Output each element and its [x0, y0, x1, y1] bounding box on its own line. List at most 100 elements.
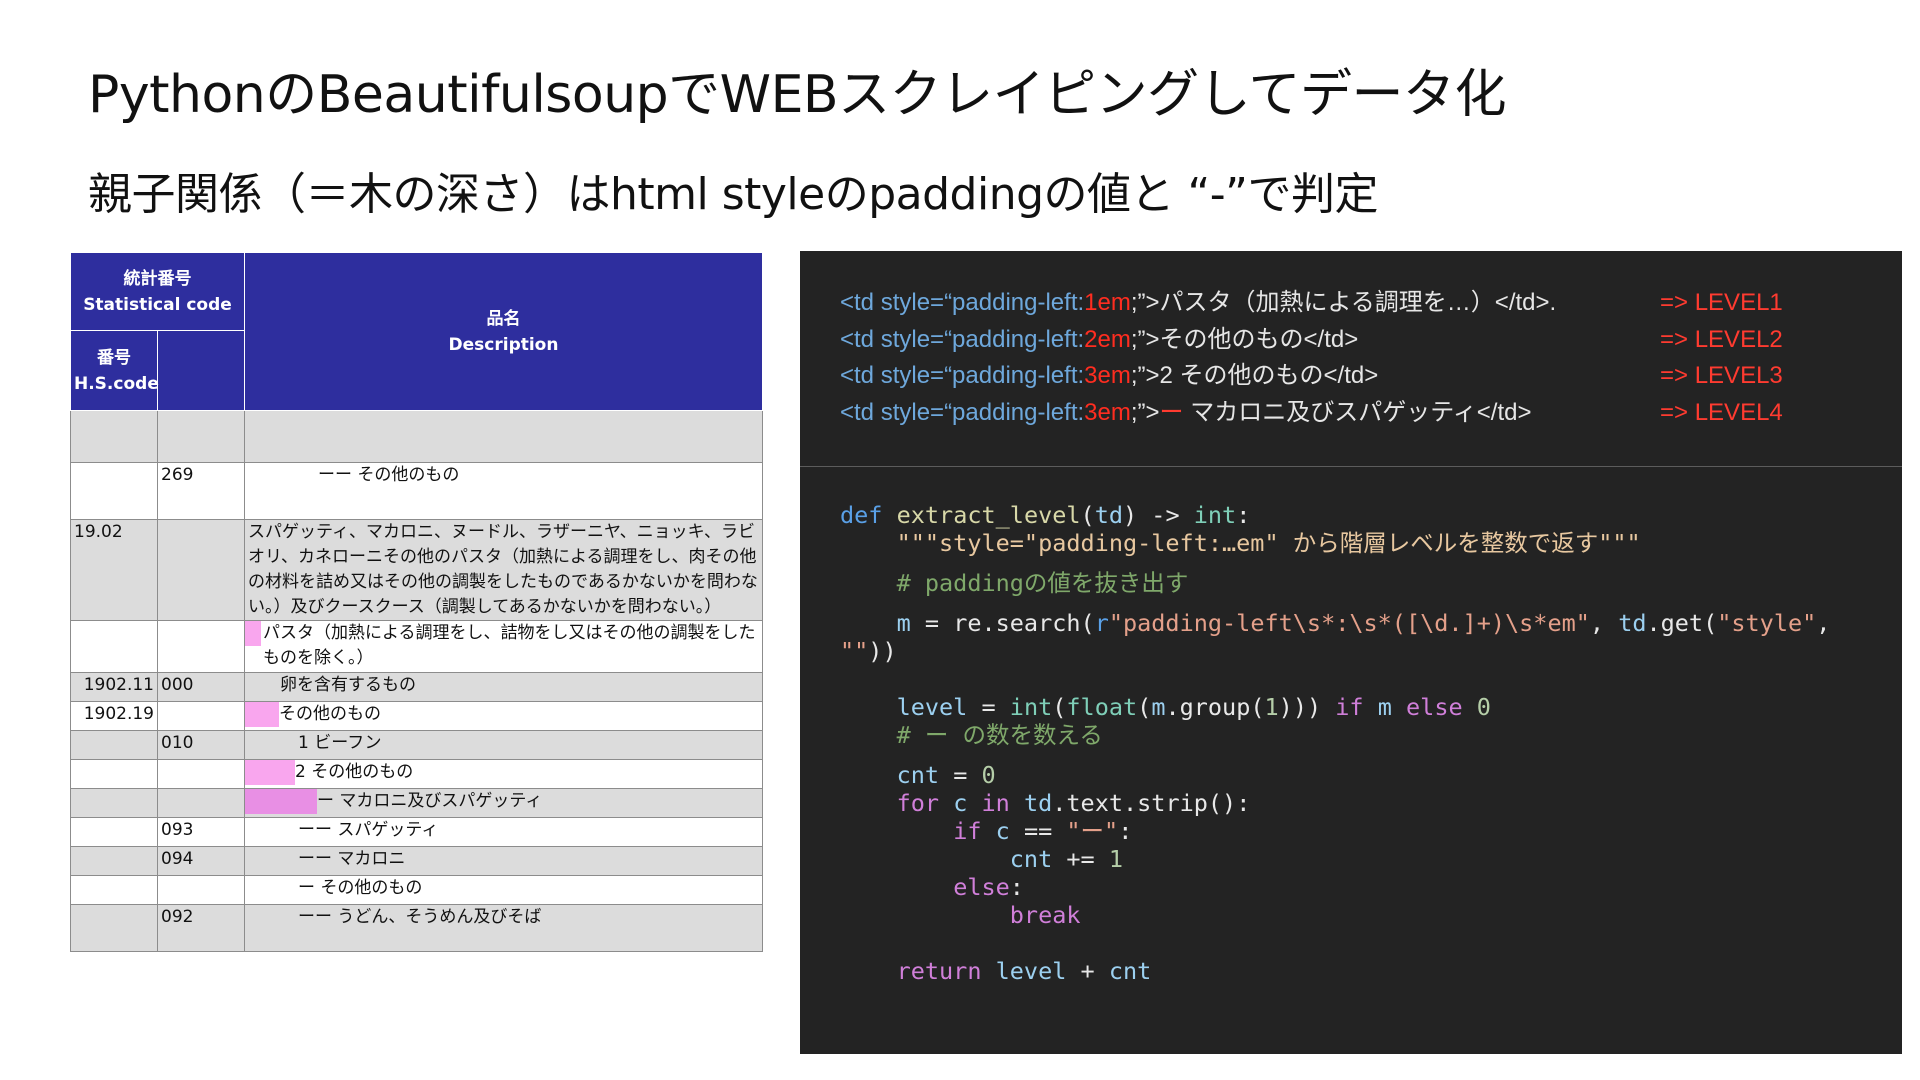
cell-stat: 000 [157, 672, 245, 702]
table-row: 094 ーー マカロニ [70, 846, 763, 876]
html-open: <td style=“padding-left: [840, 362, 1085, 389]
code-line: return level + cnt [896, 957, 1152, 985]
desc-text: ーー うどん、そうめん及びそば [298, 907, 542, 927]
panel-divider [800, 466, 1902, 467]
table-row: パスタ（加熱による調理をし、詰物をし又はその他の調製をしたものを除く。） [70, 620, 763, 673]
slide-title: PythonのBeautifulsoupでWEBスクレイピングしてデータ化 [88, 65, 1507, 125]
regex-pattern: "padding-left\s*:\s*([\d.]+)\s*em" [1108, 609, 1590, 637]
desc-text: スパゲッティ、マカロニ、ヌードル、ラザーニヤ、ニョッキ、ラビオリ、カネローニその… [248, 522, 758, 617]
code-line: for c in td.text.strip(): [896, 789, 1251, 817]
cell-hs [70, 462, 158, 520]
cell-desc: ーー うどん、そうめん及びそば [244, 904, 763, 952]
cell-stat: 269 [157, 462, 245, 520]
cell-hs [70, 817, 158, 847]
html-example-line: <td style=“padding-left:3em;”>2 その他のもの</… [840, 358, 1880, 395]
table-row: ー マカロニ及びスパゲッティ [70, 788, 763, 818]
table-row: 092 ーー うどん、そうめん及びそば [70, 904, 763, 952]
table-row: 19.02 スパゲッティ、マカロニ、ヌードル、ラザーニヤ、ニョッキ、ラビオリ、カ… [70, 519, 763, 621]
param: td [1094, 501, 1123, 529]
cell-desc: ー その他のもの [244, 875, 763, 905]
code-line: "")) [840, 637, 897, 665]
cell-desc: パスタ（加熱による調理をし、詰物をし又はその他の調製をしたものを除く。） [244, 620, 763, 673]
html-open: <td style=“padding-left: [840, 398, 1085, 426]
cell-stat [157, 519, 245, 621]
html-content: その他のもの</td> [1159, 325, 1359, 353]
html-close: ;”> [1130, 325, 1160, 353]
cell-stat: 093 [157, 817, 245, 847]
cell-hs: 1902.11 [70, 672, 158, 702]
html-close: ;”> [1130, 289, 1160, 316]
cell-desc: 卵を含有するもの [244, 672, 763, 702]
cell-stat [157, 788, 245, 818]
cell-hs [70, 788, 158, 818]
cell-hs [70, 620, 158, 673]
table-row: ー その他のもの [70, 875, 763, 905]
html-open: <td style=“padding-left: [840, 289, 1085, 316]
padding-highlight [245, 760, 295, 785]
html-example-line: <td style=“padding-left:1em;”>パスタ（加熱による調… [840, 285, 1880, 322]
cell-hs [70, 759, 158, 789]
cell-desc: その他のもの [244, 701, 763, 731]
cell-hs [70, 904, 158, 952]
header-stat-code: 統計番号 Statistical code [70, 252, 245, 331]
desc-text: その他のもの [279, 704, 381, 724]
table-row: 093 ーー スパゲッティ [70, 817, 763, 847]
code-line: level = int(float(m.group(1))) if m else… [896, 693, 1491, 721]
code-line: """style="padding-left:…em" から階層レベルを整数で返… [840, 529, 1890, 557]
code-line: # paddingの値を抜き出す [840, 569, 1890, 597]
code-line: # ー の数を数える [840, 721, 1890, 749]
code-line: def extract_level(td) -> int: [840, 501, 1251, 529]
cell-desc: ーー その他のもの [244, 462, 763, 520]
cell-desc: 2 その他のもの [244, 759, 763, 789]
cell-stat: 010 [157, 730, 245, 760]
desc-text: 2 その他のもの [295, 762, 414, 782]
cell-hs [70, 730, 158, 760]
html-content: 2 その他のもの</td> [1159, 362, 1379, 389]
table-row [70, 410, 763, 463]
header-stat-blank [157, 330, 245, 411]
level-label: => LEVEL3 [1660, 362, 1783, 389]
kw-def: def [840, 501, 883, 529]
cell-desc: ー マカロニ及びスパゲッティ [244, 788, 763, 818]
padding-value: 2em [1084, 325, 1131, 353]
padding-value: 3em [1084, 398, 1131, 426]
code-line: m = re.search(r"padding-left\s*:\s*([\d.… [896, 609, 1831, 637]
desc-text: ーー スパゲッティ [298, 820, 439, 840]
padding-highlight [245, 789, 317, 814]
cell-hs [70, 875, 158, 905]
comment: # paddingの値を抜き出す [896, 569, 1189, 597]
cell-desc [244, 410, 763, 463]
cell-stat [157, 410, 245, 463]
header-stat-code-ja: 統計番号 [123, 268, 192, 289]
code-panel: <td style=“padding-left:1em;”>パスタ（加熱による調… [800, 251, 1902, 1054]
table-row: 1902.11 000 卵を含有するもの [70, 672, 763, 702]
html-examples: <td style=“padding-left:1em;”>パスタ（加熱による調… [840, 285, 1880, 431]
header-description: 品名 Description [244, 252, 763, 411]
desc-text: 卵を含有するもの [280, 675, 416, 695]
cell-stat [157, 875, 245, 905]
dash-literal: "ー" [1066, 817, 1119, 845]
padding-value: 3em [1084, 362, 1131, 389]
code-line: break [1009, 901, 1081, 929]
arrow: -> [1151, 501, 1180, 529]
cell-stat [157, 759, 245, 789]
header-desc-ja: 品名 [486, 308, 521, 329]
html-close: ;”> [1130, 398, 1160, 426]
code-line: if c == "ー": [953, 817, 1133, 845]
hs-code-table: 統計番号 Statistical code 品名 Description 番号 … [70, 252, 763, 952]
fn-name: extract_level [896, 501, 1081, 529]
desc-text: ーー マカロニ [298, 849, 406, 869]
cell-hs [70, 846, 158, 876]
cell-desc: ーー マカロニ [244, 846, 763, 876]
cell-desc: スパゲッティ、マカロニ、ヌードル、ラザーニヤ、ニョッキ、ラビオリ、カネローニその… [244, 519, 763, 621]
level-label: => LEVEL1 [1660, 289, 1783, 316]
padding-highlight [245, 621, 261, 646]
header-hs-code: 番号 H.S.code [70, 330, 159, 411]
level-label: => LEVEL2 [1660, 325, 1783, 353]
padding-value: 1em [1084, 289, 1131, 316]
desc-text: ーー その他のもの [318, 465, 460, 485]
python-code: def extract_level(td) -> int: """style="… [840, 501, 1890, 985]
comment: # ー の数を数える [896, 721, 1103, 749]
header-stat-code-en: Statistical code [83, 294, 232, 315]
cell-hs: 19.02 [70, 519, 158, 621]
